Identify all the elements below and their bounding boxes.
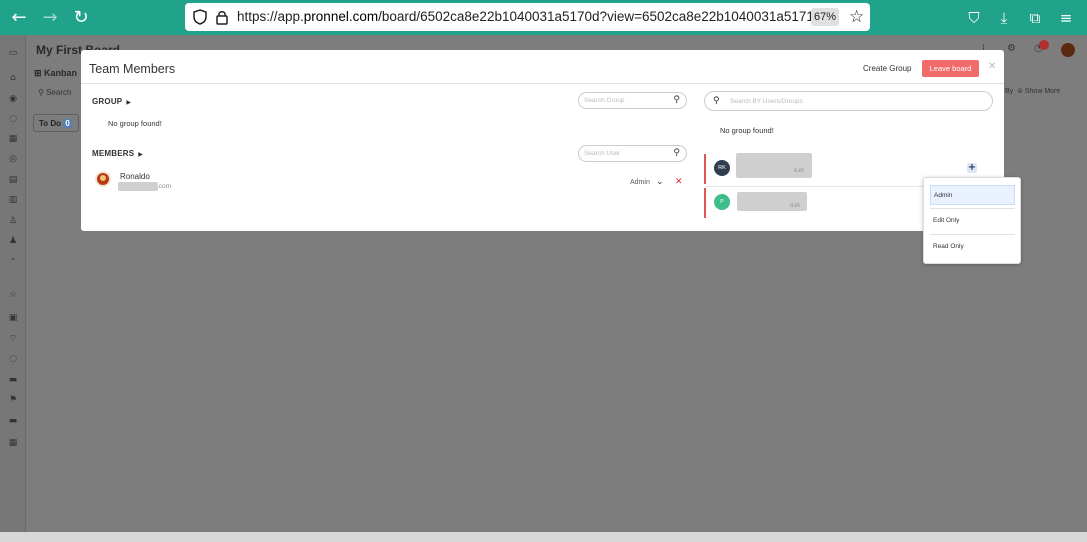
avatar: RK: [714, 160, 730, 176]
inbox-icon[interactable]: ▤: [7, 174, 19, 186]
team-members-modal: Team Members Create Group Leave board ✕ …: [81, 50, 1004, 231]
board-icon[interactable]: ▣: [7, 312, 19, 324]
dashboard-icon[interactable]: ◉: [7, 93, 19, 105]
create-group-button[interactable]: Create Group: [863, 64, 911, 73]
avatar[interactable]: [1061, 43, 1075, 57]
document-icon[interactable]: ▥: [7, 194, 19, 206]
search-user-input[interactable]: Search User ⚲: [578, 145, 687, 162]
flag-icon[interactable]: ⚑: [7, 394, 19, 406]
pocket-icon[interactable]: ⛉: [964, 8, 984, 28]
browser-toolbar: ← → ↻ https://app.pronnel.com/board/6502…: [0, 0, 1087, 35]
star-icon[interactable]: ☆: [7, 289, 19, 301]
search-users-groups-input[interactable]: ⚲ Search BY Users/Groups: [704, 91, 993, 111]
search-icon: ⚲: [673, 148, 680, 158]
no-group-message: No group found!: [108, 119, 162, 128]
user-email: o.in: [790, 203, 800, 209]
add-user-button[interactable]: +: [967, 163, 977, 173]
divider: [930, 234, 1015, 235]
modal-title: Team Members: [89, 62, 176, 76]
divider: [930, 208, 1015, 209]
bulb-icon[interactable]: ◌: [7, 113, 19, 125]
leave-board-button[interactable]: Leave board: [922, 60, 979, 77]
role-option-admin[interactable]: Admin: [930, 185, 1015, 205]
members-section-toggle[interactable]: MEMBERS ▶: [92, 149, 143, 158]
status-strip: [0, 532, 1087, 542]
bookmark-star-icon[interactable]: ☆: [849, 7, 864, 27]
calendar-icon[interactable]: ▦: [7, 437, 19, 449]
user-icon[interactable]: ♙: [7, 215, 19, 227]
extensions-icon[interactable]: ⧉: [1025, 8, 1045, 28]
remove-member-icon[interactable]: ✕: [675, 177, 683, 187]
divider: [81, 83, 1004, 84]
idea-icon[interactable]: ◌: [7, 353, 19, 365]
folder-icon[interactable]: ▬: [7, 374, 19, 386]
view-tab-kanban[interactable]: ⊞ Kanban: [34, 68, 77, 79]
forward-icon[interactable]: →: [40, 8, 60, 28]
user-email: o.in: [794, 168, 804, 174]
grid-icon[interactable]: ▦: [7, 133, 19, 145]
board-search[interactable]: ⚲ Search: [38, 88, 71, 97]
avatar: P: [714, 194, 730, 210]
search-icon: ⚲: [673, 95, 680, 105]
no-group-message: No group found!: [720, 126, 774, 135]
download-icon[interactable]: ⤓: [994, 8, 1014, 28]
folder-open-icon[interactable]: ▬: [7, 415, 19, 427]
address-bar[interactable]: https://app.pronnel.com/board/6502ca8e22…: [185, 3, 870, 31]
view-options[interactable]: By ⊜ Show More: [1005, 87, 1060, 95]
globe-icon[interactable]: ◎: [7, 153, 19, 165]
group-section-toggle[interactable]: GROUP ▶: [92, 97, 131, 106]
chevron-down-icon[interactable]: ⌄: [656, 177, 664, 187]
role-option-edit-only[interactable]: Edit Only: [930, 211, 1015, 231]
member-role[interactable]: Admin: [630, 179, 650, 186]
search-icon: ⚲: [713, 96, 720, 106]
member-email: .com: [157, 183, 172, 190]
collapse-icon[interactable]: ˄: [7, 257, 19, 269]
zoom-level[interactable]: 67%: [811, 8, 839, 26]
search-group-input[interactable]: Search Group ⚲: [578, 92, 687, 109]
lock-icon[interactable]: [215, 9, 229, 25]
shield-icon[interactable]: [193, 9, 207, 25]
avatar: [95, 171, 111, 187]
users-icon[interactable]: ♟: [7, 235, 19, 247]
logo-icon: ▭: [8, 48, 18, 58]
redacted-email: [118, 182, 158, 191]
menu-icon[interactable]: ≡: [1056, 8, 1076, 28]
url-text[interactable]: https://app.pronnel.com/board/6502ca8e22…: [237, 9, 821, 24]
redacted-user: [736, 153, 812, 178]
left-sidebar: ▭ ⌂ ◉ ◌ ▦ ◎ ▤ ▥ ♙ ♟ ˄ ☆ ▣ ⌔ ◌ ▬ ⚑ ▬ ▦: [0, 35, 26, 532]
home-icon[interactable]: ⌂: [7, 72, 19, 84]
column-todo[interactable]: To Do 0: [33, 114, 79, 132]
back-icon[interactable]: ←: [9, 8, 29, 28]
wifi-icon[interactable]: ⌔: [7, 333, 19, 345]
member-name: Ronaldo: [120, 172, 150, 181]
notification-badge: [1039, 40, 1049, 50]
close-icon[interactable]: ✕: [988, 61, 996, 72]
settings-icon[interactable]: ⚙: [1007, 43, 1016, 54]
reload-icon[interactable]: ↻: [71, 8, 91, 28]
role-dropdown: Admin Edit Only Read Only: [923, 177, 1021, 264]
role-option-read-only[interactable]: Read Only: [930, 237, 1015, 257]
